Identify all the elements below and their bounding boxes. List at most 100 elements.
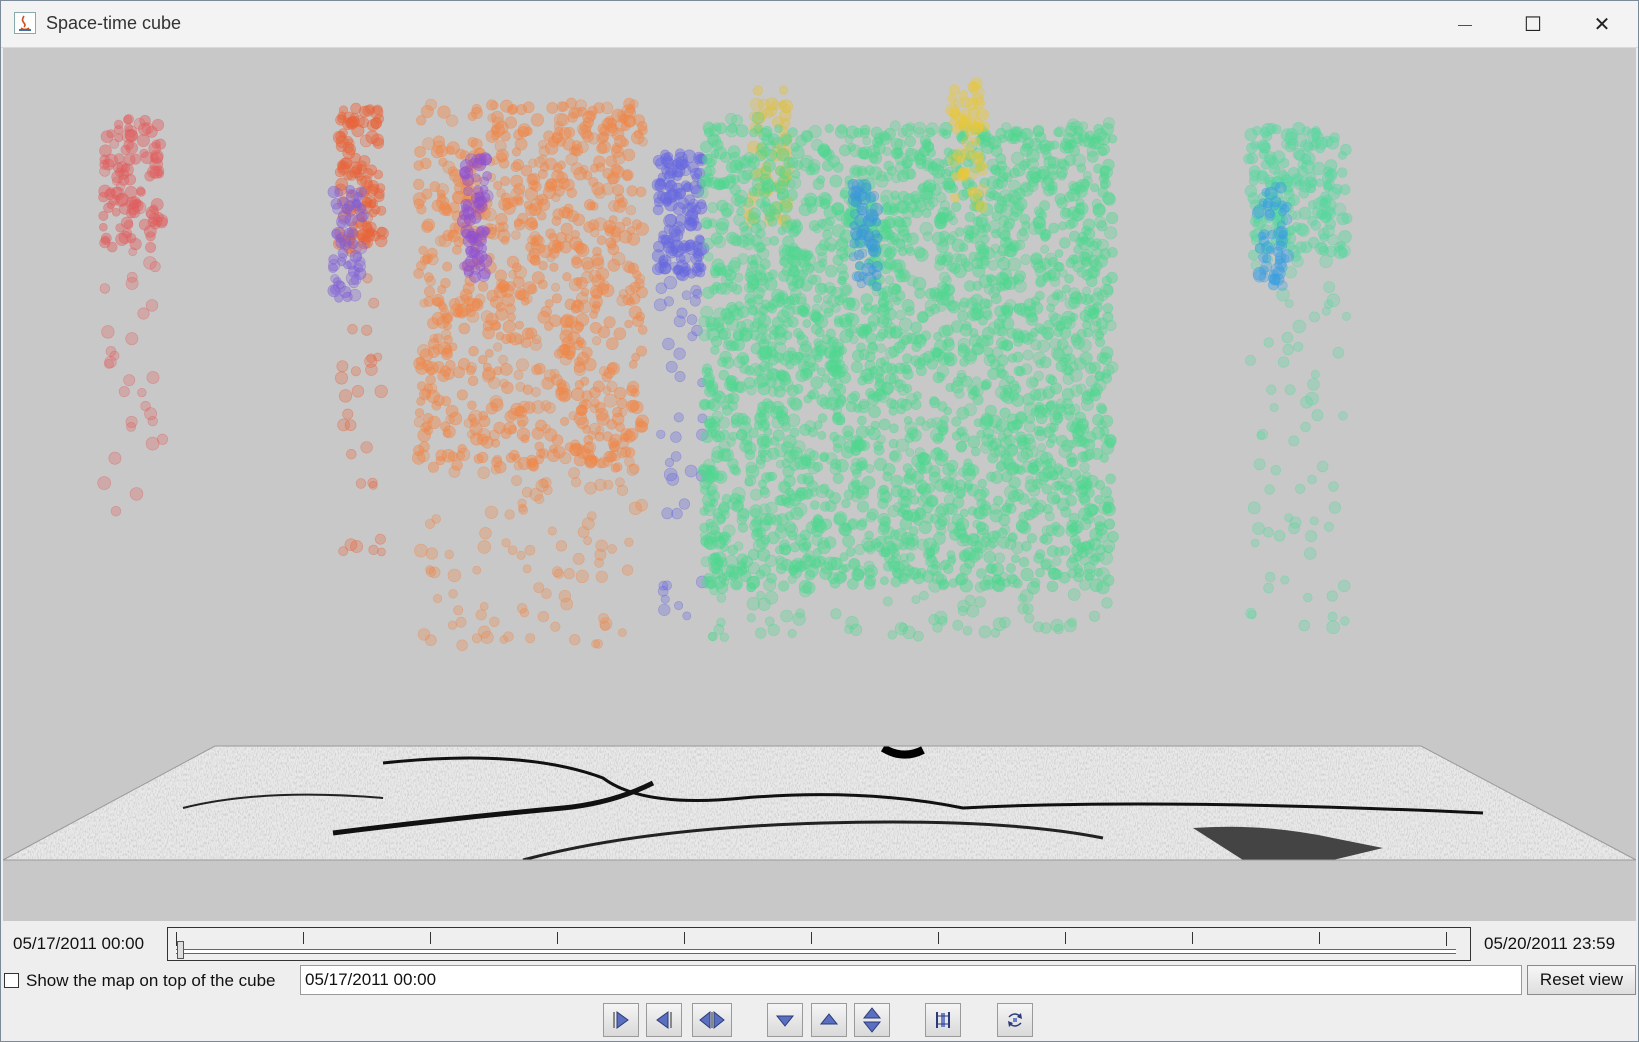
event-point <box>724 554 739 569</box>
event-point <box>101 325 115 339</box>
move-up-button[interactable] <box>811 1003 847 1037</box>
event-point <box>781 458 791 469</box>
event-cluster <box>847 178 884 292</box>
event-point <box>672 182 684 194</box>
event-point <box>932 371 944 384</box>
event-point <box>1033 370 1044 382</box>
event-point <box>366 119 380 132</box>
event-point <box>1249 229 1259 239</box>
event-point <box>1070 254 1081 264</box>
event-point <box>1303 592 1313 603</box>
event-point <box>496 278 506 289</box>
event-point <box>1030 252 1043 264</box>
event-point <box>1251 206 1265 219</box>
event-point <box>812 548 822 558</box>
event-point <box>889 449 902 463</box>
event-point <box>895 238 906 249</box>
event-point <box>513 183 526 195</box>
event-point <box>515 197 524 206</box>
event-point <box>124 129 138 142</box>
title-bar[interactable]: Space-time cube — ☐ ✕ <box>1 1 1638 48</box>
event-point <box>1287 167 1301 180</box>
event-point <box>595 407 609 421</box>
event-point <box>738 221 749 232</box>
move-down-button[interactable] <box>767 1003 803 1037</box>
event-point <box>1321 306 1331 316</box>
event-point <box>425 374 436 386</box>
event-point <box>1068 523 1081 536</box>
event-point <box>957 337 971 351</box>
event-point <box>951 125 961 135</box>
event-point <box>438 303 448 313</box>
play-backward-button[interactable] <box>646 1003 682 1037</box>
event-point <box>427 461 439 473</box>
event-point <box>748 427 759 439</box>
event-point <box>429 333 439 343</box>
event-point <box>1013 197 1028 212</box>
event-point <box>605 337 619 351</box>
event-point <box>1079 579 1091 591</box>
event-point <box>1338 411 1348 421</box>
event-point <box>990 471 1004 484</box>
time-slider[interactable] <box>167 927 1471 961</box>
maximize-button[interactable]: ☐ <box>1499 1 1567 47</box>
event-point <box>1017 602 1029 615</box>
event-point <box>942 251 954 263</box>
slider-thumb[interactable] <box>177 941 184 959</box>
event-point <box>1342 311 1351 321</box>
event-point <box>715 390 724 399</box>
event-point <box>421 220 434 233</box>
event-point <box>535 419 547 432</box>
event-point <box>889 423 899 434</box>
play-both-button[interactable] <box>692 1003 732 1037</box>
event-point <box>571 387 585 401</box>
event-point <box>787 316 799 328</box>
event-point <box>825 216 836 226</box>
event-point <box>1102 191 1115 205</box>
event-point <box>1284 384 1296 396</box>
event-point <box>1326 620 1340 635</box>
event-point <box>967 550 980 563</box>
fit-cube-button[interactable] <box>925 1003 961 1037</box>
event-point <box>346 170 358 181</box>
event-point <box>781 305 795 319</box>
event-point <box>1007 533 1017 543</box>
event-point <box>943 352 958 367</box>
event-point <box>663 296 675 307</box>
show-map-checkbox[interactable] <box>4 973 19 988</box>
space-time-cube-viewport[interactable] <box>3 48 1636 921</box>
current-time-field[interactable]: 05/17/2011 00:00 <box>300 965 1522 995</box>
event-point <box>1083 568 1096 581</box>
event-point <box>139 148 149 158</box>
slider-track-line <box>176 949 1456 954</box>
event-point <box>964 594 976 606</box>
close-button[interactable]: ✕ <box>1568 1 1636 47</box>
event-point <box>529 255 540 266</box>
event-point <box>897 225 910 237</box>
rotate-view-button[interactable] <box>997 1003 1033 1037</box>
event-point <box>674 601 684 611</box>
event-point <box>426 383 438 394</box>
event-point <box>1063 317 1076 330</box>
event-point <box>493 342 503 352</box>
event-point <box>1250 140 1260 150</box>
event-point <box>440 277 451 289</box>
event-point <box>343 200 355 212</box>
event-point <box>99 283 111 294</box>
play-forward-button[interactable] <box>603 1003 639 1037</box>
minimize-button[interactable]: — <box>1431 1 1499 47</box>
event-point <box>652 204 664 216</box>
reset-view-button[interactable]: Reset view <box>1527 965 1636 995</box>
event-point <box>819 452 829 463</box>
event-point <box>661 507 674 520</box>
move-up-down-button[interactable] <box>854 1003 890 1037</box>
event-point <box>520 434 530 444</box>
event-point <box>703 252 714 262</box>
event-point <box>338 389 353 403</box>
event-point <box>691 220 703 232</box>
event-point <box>355 478 367 489</box>
event-point <box>1041 459 1052 471</box>
event-point <box>946 557 956 567</box>
event-point <box>990 293 1002 305</box>
event-point <box>779 200 793 214</box>
